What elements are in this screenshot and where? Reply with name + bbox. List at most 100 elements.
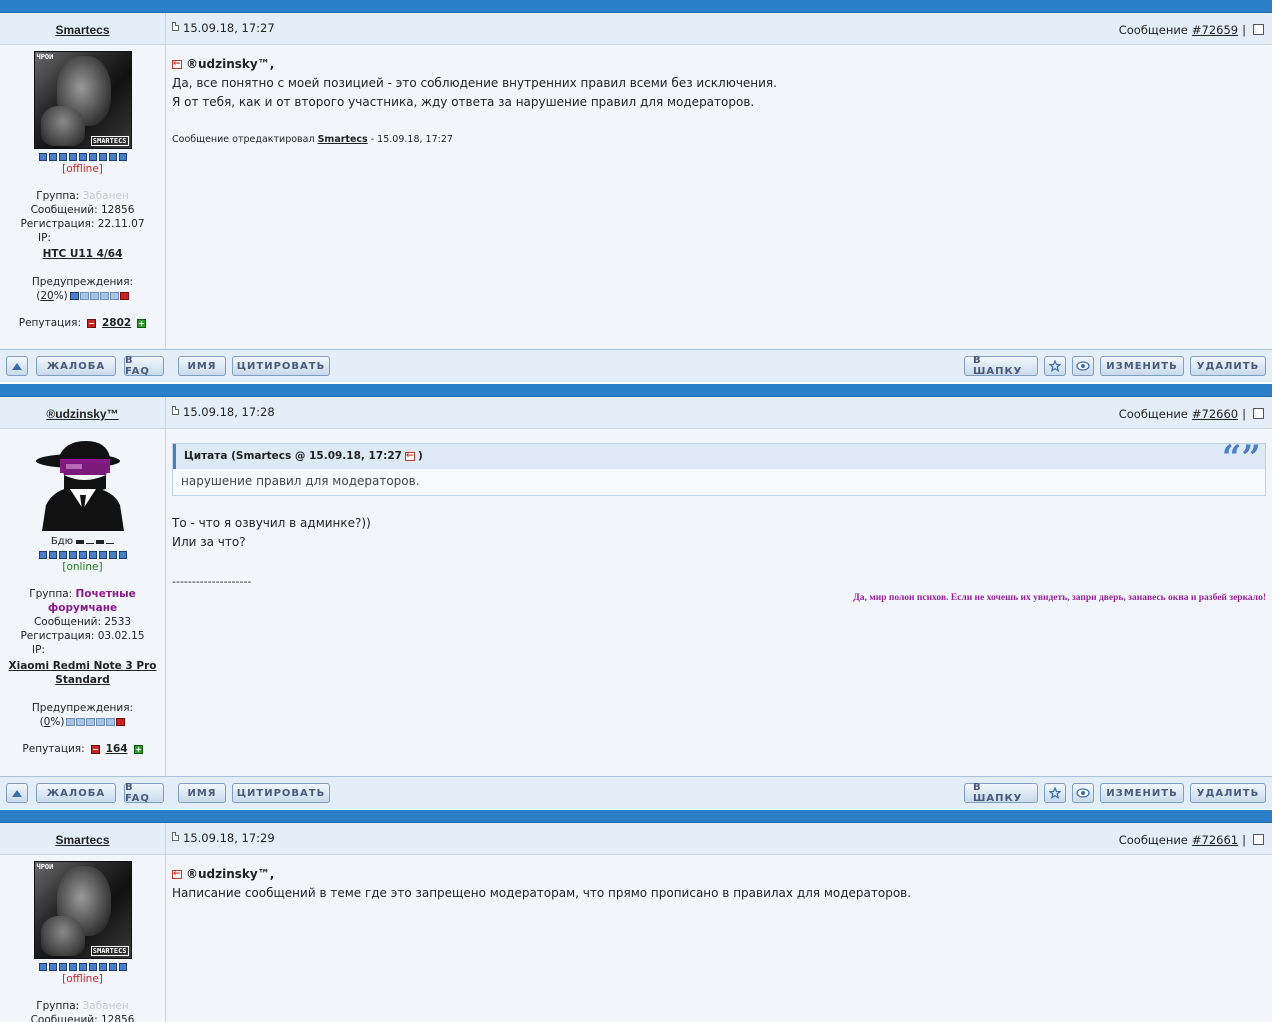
quote-block: Цитата (Smartecs @ 15.09.18, 17:27 ) нар… — [172, 438, 1266, 496]
message-label: Сообщение — [1118, 23, 1188, 37]
reputation: Репутация: 2802 — [0, 317, 165, 329]
checkbox-icon[interactable] — [1253, 834, 1264, 845]
view-button[interactable] — [1072, 356, 1094, 376]
complaint-button[interactable]: ЖАЛОБА — [36, 783, 116, 803]
post-line: Или за что? — [172, 535, 246, 549]
post-number: Сообщение #72659 | — [1119, 21, 1264, 44]
message-number-link[interactable]: #72659 — [1192, 23, 1238, 37]
avatar[interactable] — [34, 435, 132, 533]
back-arrow-icon[interactable] — [404, 448, 415, 464]
messages-count: Сообщений: 12856 — [30, 1014, 135, 1022]
post-author-cell: ®udzinsky™ — [0, 397, 166, 428]
post-separator-bar — [0, 0, 1272, 13]
post-number: Сообщение #72660 | — [1119, 405, 1264, 428]
quote-button[interactable]: ЦИТИРОВАТЬ — [232, 356, 330, 376]
warnings-percent[interactable]: 20 — [40, 290, 53, 302]
post: Smartecs 15.09.18, 17:27 Сообщение #7265… — [0, 0, 1272, 382]
post-actions: ЖАЛОБА В FAQ ИМЯ ЦИТИРОВАТЬ В ШАПКУ ИЗМЕ… — [0, 776, 1272, 809]
rep-minus-icon[interactable] — [87, 318, 96, 328]
delete-button[interactable]: УДАЛИТЬ — [1190, 356, 1266, 376]
separator: | — [1242, 833, 1246, 847]
post-line: Да, все понятно с моей позицией - это со… — [172, 76, 777, 90]
checkbox-icon[interactable] — [1253, 408, 1264, 419]
edited-by-link[interactable]: Smartecs — [318, 134, 368, 145]
warnings-bar — [69, 292, 129, 300]
rep-minus-icon[interactable] — [90, 744, 100, 754]
avatar-tag: ЧРОИ — [36, 53, 54, 61]
profile-info: Группа: Забанен Сообщений: 12856 Регистр… — [0, 189, 165, 261]
online-status: [online] — [62, 561, 103, 573]
back-arrow-icon[interactable] — [172, 56, 182, 72]
complaint-button[interactable]: ЖАЛОБА — [36, 356, 116, 376]
edit-button[interactable]: ИЗМЕНИТЬ — [1100, 783, 1184, 803]
author-link[interactable]: Smartecs — [55, 23, 109, 37]
message-number-link[interactable]: #72660 — [1192, 407, 1238, 421]
author-link[interactable]: ®udzinsky™ — [46, 407, 118, 421]
warnings-percent[interactable]: 0 — [44, 716, 51, 728]
quote-header: Цитата (Smartecs @ 15.09.18, 17:27 ) — [173, 444, 1265, 469]
edit-button[interactable]: ИЗМЕНИТЬ — [1100, 356, 1184, 376]
device-link[interactable]: HTC U11 4/64 — [0, 247, 165, 261]
arrow-up-icon — [12, 362, 22, 370]
post-separator-bar — [0, 384, 1272, 397]
avatar[interactable]: ЧРОИ SMARTECS — [33, 861, 132, 959]
post-date-text: 15.09.18, 17:28 — [183, 405, 275, 419]
arrow-up-icon — [12, 789, 22, 797]
reply-mention: ®udzinsky™, — [172, 55, 1266, 74]
author-profile: ЧРОИ SMARTECS [offline] Группа: Забанен … — [0, 45, 166, 349]
pin-button[interactable] — [1044, 356, 1066, 376]
post-meta: 15.09.18, 17:29 Сообщение #72661 | — [166, 823, 1272, 854]
post-header: Smartecs 15.09.18, 17:29 Сообщение #7266… — [0, 823, 1272, 855]
post-body: ЧРОИ SMARTECS [offline] Группа: Забанен … — [0, 45, 1272, 349]
post-body: Бдю [online] Группа: Почетные форумчане … — [0, 429, 1272, 776]
faq-button[interactable]: В FAQ — [124, 782, 164, 804]
message-label: Сообщение — [1118, 407, 1188, 421]
post-line: Написание сообщений в теме где это запре… — [172, 886, 912, 900]
post-separator-bar — [0, 810, 1272, 823]
name-button[interactable]: ИМЯ — [178, 783, 226, 803]
message-number-link[interactable]: #72661 — [1192, 833, 1238, 847]
group-value: Забанен — [82, 190, 129, 202]
avatar-watermark: SMARTECS — [90, 946, 129, 956]
delete-button[interactable]: УДАЛИТЬ — [1190, 783, 1266, 803]
device-link[interactable]: Xiaomi Redmi Note 3 Pro Standard — [0, 659, 165, 687]
avatar[interactable]: ЧРОИ SMARTECS — [33, 51, 132, 149]
message-label: Сообщение — [1118, 833, 1188, 847]
post-body: ЧРОИ SMARTECS [offline] Группа: Забанен … — [0, 855, 1272, 1022]
to-header-button[interactable]: В ШАПКУ — [964, 782, 1038, 804]
post-date-text: 15.09.18, 17:27 — [183, 21, 275, 35]
post-author-cell: Smartecs — [0, 13, 166, 44]
reputation-value[interactable]: 2802 — [102, 317, 131, 329]
scroll-top-button[interactable] — [6, 783, 28, 803]
ip-label: IP: — [38, 232, 51, 244]
post-header: ®udzinsky™ 15.09.18, 17:28 Сообщение #72… — [0, 397, 1272, 429]
to-header-button[interactable]: В ШАПКУ — [964, 355, 1038, 377]
scroll-top-button[interactable] — [6, 356, 28, 376]
document-icon — [172, 832, 179, 841]
post-date: 15.09.18, 17:28 — [172, 405, 275, 428]
post-content: ®udzinsky™, Написание сообщений в теме г… — [166, 855, 1272, 1022]
post-date: 15.09.18, 17:29 — [172, 831, 275, 854]
rep-plus-icon[interactable] — [133, 744, 143, 754]
eye-icon — [1076, 788, 1090, 798]
post-meta: 15.09.18, 17:28 Сообщение #72660 | — [166, 397, 1272, 428]
name-button[interactable]: ИМЯ — [178, 356, 226, 376]
view-button[interactable] — [1072, 783, 1094, 803]
post-line: Я от тебя, как и от второго участника, ж… — [172, 95, 755, 109]
ip-label: IP: — [32, 644, 45, 656]
author-link[interactable]: Smartecs — [55, 833, 109, 847]
quote-button[interactable]: ЦИТИРОВАТЬ — [232, 783, 330, 803]
reputation-label: Репутация: — [18, 317, 81, 329]
rep-plus-icon[interactable] — [137, 318, 147, 328]
profile-info: Группа: Забанен Сообщений: 12856 — [0, 999, 165, 1022]
faq-button[interactable]: В FAQ — [124, 355, 164, 377]
pin-button[interactable] — [1044, 783, 1066, 803]
post-header: Smartecs 15.09.18, 17:27 Сообщение #7265… — [0, 13, 1272, 45]
quote-mark-icon: “” — [1221, 438, 1261, 478]
post-meta: 15.09.18, 17:27 Сообщение #72659 | — [166, 13, 1272, 44]
post-date-text: 15.09.18, 17:29 — [183, 831, 275, 845]
back-arrow-icon[interactable] — [172, 866, 182, 882]
reputation-value[interactable]: 164 — [106, 743, 128, 755]
registration-date: Регистрация: 03.02.15 — [20, 630, 145, 642]
checkbox-icon[interactable] — [1253, 24, 1264, 35]
